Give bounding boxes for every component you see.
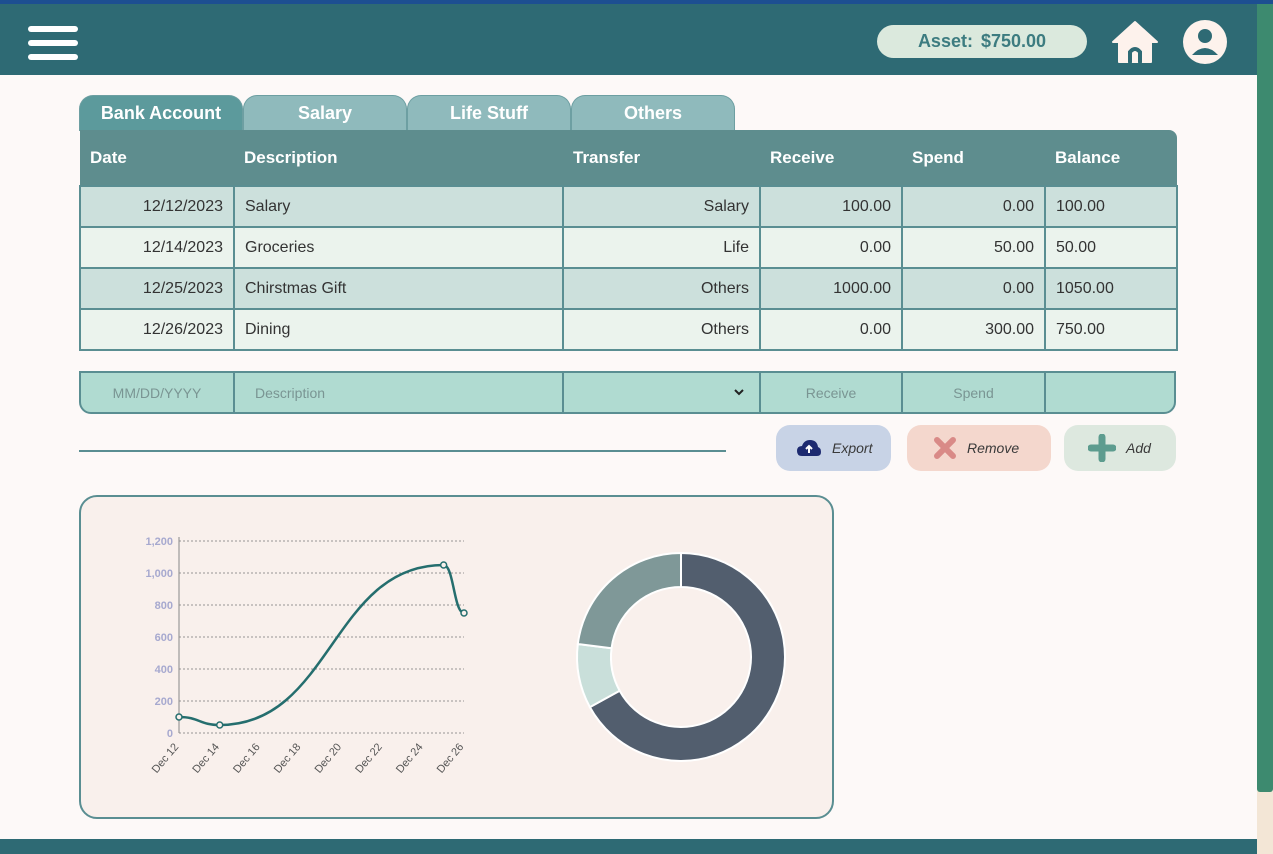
cell-receive: 0.00 xyxy=(759,226,903,269)
asset-balance-badge: Asset: $750.00 xyxy=(877,25,1087,58)
description-input[interactable] xyxy=(235,373,562,412)
cell-spend: 0.00 xyxy=(901,185,1046,228)
description-cell xyxy=(235,373,564,412)
cell-date: 12/14/2023 xyxy=(79,226,235,269)
cell-receive: 100.00 xyxy=(759,185,903,228)
section-divider xyxy=(79,450,726,452)
y-tick-label: 0 xyxy=(167,728,173,740)
tab-salary[interactable]: Salary xyxy=(243,95,407,131)
x-tick-label: Dec 20 xyxy=(313,741,345,775)
y-tick-label: 1,000 xyxy=(145,568,173,580)
cloud-upload-icon xyxy=(797,440,821,456)
receive-cell xyxy=(761,373,903,412)
remove-label: Remove xyxy=(967,440,1020,456)
scrollbar-thumb[interactable] xyxy=(1257,4,1273,792)
cell-description: Chirstmas Gift xyxy=(233,267,564,310)
new-transaction-row xyxy=(79,371,1176,414)
table-row[interactable]: 12/14/2023 Groceries Life 0.00 50.00 50.… xyxy=(79,226,1178,269)
spend-cell xyxy=(903,373,1046,412)
charts-panel: 0 200 400 600 800 1,000 1,200 Dec 12 Dec 14 Dec 1… xyxy=(79,495,834,819)
date-input[interactable] xyxy=(81,373,233,412)
cell-description: Dining xyxy=(233,308,564,351)
transfer-select[interactable] xyxy=(564,373,761,412)
table-row[interactable]: 12/12/2023 Salary Salary 100.00 0.00 100… xyxy=(79,185,1178,228)
column-header-receive: Receive xyxy=(760,130,902,186)
cell-description: Salary xyxy=(233,185,564,228)
cell-date: 12/26/2023 xyxy=(79,308,235,351)
receive-input[interactable] xyxy=(761,373,901,412)
donut-slice[interactable] xyxy=(576,551,682,650)
cell-description: Groceries xyxy=(233,226,564,269)
cell-date: 12/25/2023 xyxy=(79,267,235,310)
y-tick-label: 1,200 xyxy=(145,536,173,548)
data-point[interactable] xyxy=(215,721,224,729)
column-header-date: Date xyxy=(80,130,234,186)
cell-receive: 0.00 xyxy=(759,308,903,351)
transactions-table: Date Description Transfer Receive Spend … xyxy=(79,130,1178,351)
cell-balance: 750.00 xyxy=(1044,308,1178,351)
table-row[interactable]: 12/25/2023 Chirstmas Gift Others 1000.00… xyxy=(79,267,1178,310)
table-row[interactable]: 12/26/2023 Dining Others 0.00 300.00 750… xyxy=(79,308,1178,351)
cell-transfer: Life xyxy=(562,226,761,269)
app-footer xyxy=(0,839,1257,854)
remove-button[interactable]: Remove xyxy=(907,425,1051,471)
cell-transfer: Others xyxy=(562,267,761,310)
cell-spend: 300.00 xyxy=(901,308,1046,351)
hamburger-menu-icon[interactable] xyxy=(28,26,78,60)
category-donut-chart xyxy=(576,551,786,762)
date-cell xyxy=(81,373,235,412)
tab-bank-account[interactable]: Bank Account xyxy=(79,95,243,131)
x-tick-label: Dec 12 xyxy=(150,741,182,775)
tab-life-stuff[interactable]: Life Stuff xyxy=(407,95,571,131)
home-icon[interactable] xyxy=(1110,19,1160,65)
balance-cell xyxy=(1046,373,1174,412)
y-tick-label: 200 xyxy=(155,696,173,708)
app-header: Asset: $750.00 xyxy=(0,4,1257,75)
close-icon xyxy=(934,437,956,459)
cell-spend: 50.00 xyxy=(901,226,1046,269)
data-point[interactable] xyxy=(175,713,183,721)
balance-series-line xyxy=(178,563,465,727)
cell-spend: 0.00 xyxy=(901,267,1046,310)
user-profile-icon[interactable] xyxy=(1182,19,1228,65)
column-header-description: Description xyxy=(234,130,563,186)
y-tick-label: 800 xyxy=(155,600,173,612)
export-button[interactable]: Export xyxy=(776,425,891,471)
x-tick-label: Dec 16 xyxy=(231,741,263,775)
column-header-spend: Spend xyxy=(902,130,1045,186)
tab-others[interactable]: Others xyxy=(571,95,735,131)
x-tick-label: Dec 22 xyxy=(353,741,385,775)
cell-balance: 50.00 xyxy=(1044,226,1178,269)
data-point[interactable] xyxy=(460,609,468,617)
x-tick-label: Dec 14 xyxy=(190,741,222,775)
asset-value: $750.00 xyxy=(980,31,1047,51)
cell-receive: 1000.00 xyxy=(759,267,903,310)
plus-icon xyxy=(1088,434,1116,462)
balance-line-chart: 0 200 400 600 800 1,000 1,200 Dec 12 Dec 14 Dec 1… xyxy=(145,536,468,776)
spend-input[interactable] xyxy=(903,373,1044,412)
add-label: Add xyxy=(1126,440,1151,456)
y-tick-label: 600 xyxy=(155,632,173,644)
column-header-transfer: Transfer xyxy=(563,130,760,186)
transactions-table-container: Date Description Transfer Receive Spend … xyxy=(79,130,1178,351)
asset-label: Asset: xyxy=(917,31,973,51)
cell-transfer: Others xyxy=(562,308,761,351)
export-label: Export xyxy=(832,440,873,456)
y-tick-label: 400 xyxy=(155,664,173,676)
column-header-balance: Balance xyxy=(1045,130,1177,186)
cell-date: 12/12/2023 xyxy=(79,185,235,228)
data-point[interactable] xyxy=(439,561,448,569)
cell-balance: 100.00 xyxy=(1044,185,1178,228)
cell-balance: 1050.00 xyxy=(1044,267,1178,310)
cell-transfer: Salary xyxy=(562,185,761,228)
table-header-row: Date Description Transfer Receive Spend … xyxy=(80,130,1177,186)
x-tick-label: Dec 18 xyxy=(272,741,304,775)
chevron-down-icon xyxy=(734,389,744,396)
x-tick-label: Dec 26 xyxy=(435,741,467,775)
add-button[interactable]: Add xyxy=(1064,425,1176,471)
x-tick-label: Dec 24 xyxy=(394,741,426,775)
